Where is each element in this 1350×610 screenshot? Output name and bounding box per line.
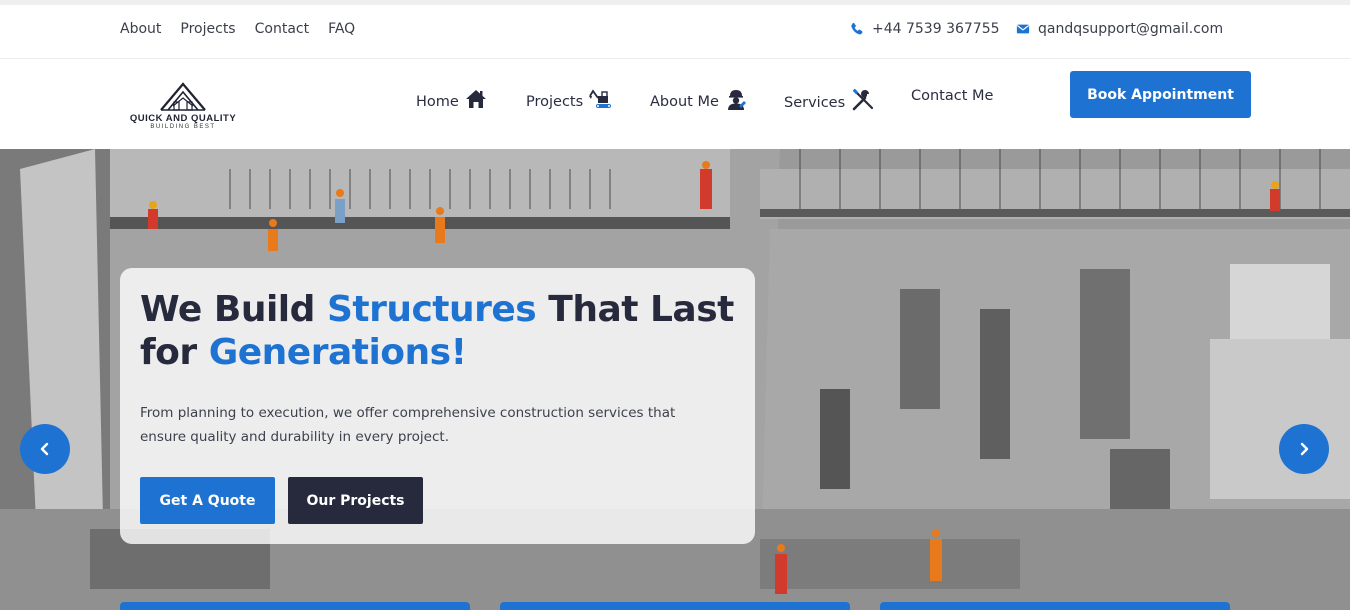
slider-prev-button[interactable]	[20, 424, 70, 474]
excavator-icon	[589, 89, 612, 108]
hero-title-accent2: Generations!	[208, 332, 467, 373]
feature-card-top-3	[880, 602, 1230, 610]
nav-services[interactable]: Services	[784, 88, 875, 112]
nav-home-label: Home	[416, 94, 459, 110]
main-navbar: QUICK AND QUALITY BUILDING BEST Home Pro…	[0, 60, 1350, 149]
top-link-projects[interactable]: Projects	[180, 21, 235, 37]
hero-description: From planning to execution, we offer com…	[140, 405, 676, 445]
nav-services-label: Services	[784, 95, 846, 111]
tools-icon	[852, 88, 874, 111]
nav-about-label: About Me	[650, 94, 719, 110]
nav-contact-label: Contact Me	[911, 88, 994, 104]
phone-icon	[851, 22, 863, 35]
chevron-right-icon	[1300, 442, 1309, 456]
top-bar: About Projects Contact FAQ +44 7539 3677…	[0, 5, 1350, 59]
nav-about[interactable]: About Me	[650, 88, 747, 110]
hero-card: We Build Structures That Last for Genera…	[120, 268, 755, 544]
top-links: About Projects Contact FAQ	[120, 21, 355, 37]
hero-title-part1: We Build	[140, 289, 327, 330]
hero-title: We Build Structures That Last for Genera…	[140, 288, 740, 374]
chevron-left-icon	[40, 442, 49, 456]
phone-contact[interactable]: +44 7539 367755	[850, 21, 1000, 37]
email-address: qandqsupport@gmail.com	[1038, 21, 1224, 37]
nav-contact[interactable]: Contact Me	[911, 88, 993, 104]
feature-card-top-1	[120, 602, 470, 610]
get-a-quote-button[interactable]: Get A Quote	[140, 477, 275, 524]
logo[interactable]: QUICK AND QUALITY BUILDING BEST	[120, 80, 246, 140]
logo-tagline: BUILDING BEST	[150, 124, 216, 130]
phone-number: +44 7539 367755	[872, 21, 1000, 37]
feature-card-top-2	[500, 602, 850, 610]
our-projects-button[interactable]: Our Projects	[288, 477, 423, 524]
book-appointment-button[interactable]: Book Appointment	[1070, 71, 1251, 118]
logo-name: QUICK AND QUALITY	[129, 113, 237, 124]
top-link-about[interactable]: About	[120, 21, 161, 37]
hero-slider: We Build Structures That Last for Genera…	[0, 149, 1350, 610]
nav-projects-label: Projects	[526, 94, 584, 110]
hero-title-accent1: Structures	[326, 289, 537, 330]
envelope-icon	[1016, 24, 1030, 34]
logo-mark	[160, 82, 206, 111]
house-icon	[465, 90, 486, 108]
worker-icon	[727, 90, 746, 110]
top-link-contact[interactable]: Contact	[255, 21, 309, 37]
nav-home[interactable]: Home	[416, 88, 487, 110]
email-contact[interactable]: qandqsupport@gmail.com	[1016, 21, 1223, 37]
top-link-faq[interactable]: FAQ	[328, 21, 355, 37]
slider-next-button[interactable]	[1279, 424, 1329, 474]
nav-projects[interactable]: Projects	[526, 88, 613, 110]
